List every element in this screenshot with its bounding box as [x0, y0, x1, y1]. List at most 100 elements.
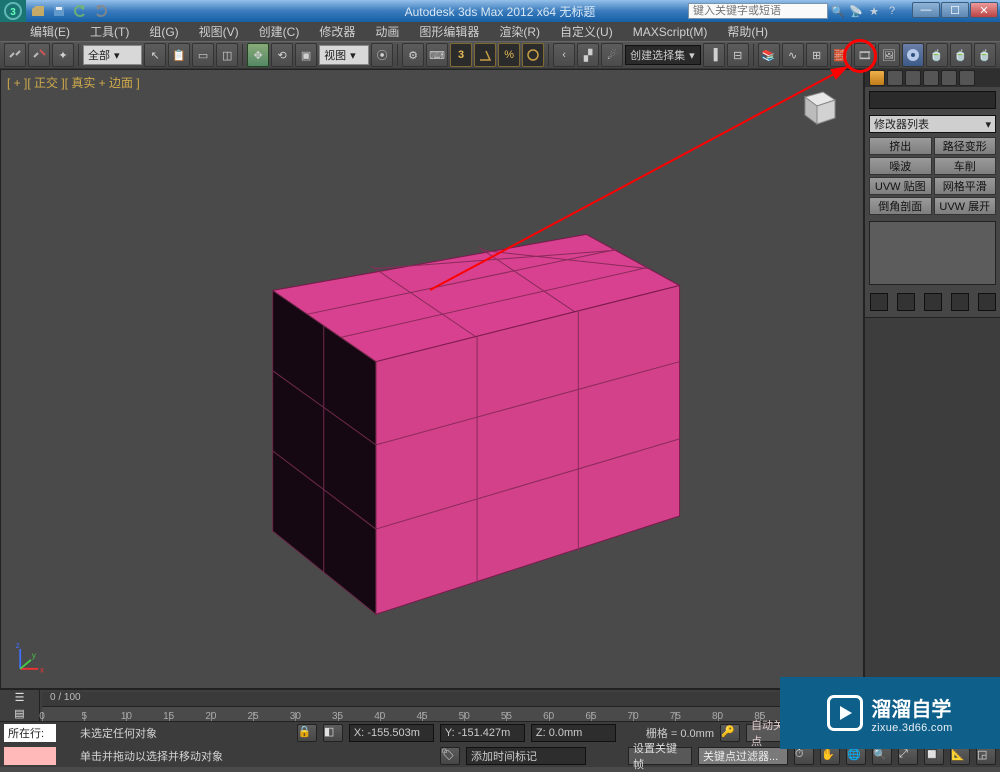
named-sel-prev-button[interactable]: ‹ — [553, 43, 575, 67]
search-icon[interactable]: 🔍 — [830, 3, 846, 19]
viewport[interactable]: [ + ][ 正交 ][ 真实 + 边面 ] — [0, 69, 864, 689]
app-menu-button[interactable]: 3 — [0, 0, 26, 22]
manipulate-button[interactable]: ⚙ — [402, 43, 424, 67]
coord-y-field[interactable]: Y: -151.427m — [440, 724, 525, 742]
tab-modify[interactable] — [887, 70, 903, 86]
undo-icon[interactable] — [72, 3, 88, 19]
menu-maxscript[interactable]: MAXScript(M) — [627, 25, 714, 39]
unlink-button[interactable] — [28, 43, 50, 67]
menu-help[interactable]: 帮助(H) — [721, 23, 774, 40]
infocenter-icon[interactable]: 📡 — [848, 3, 864, 19]
set-key-button[interactable]: 设置关键帧 — [628, 747, 692, 765]
mod-btn-lathe[interactable]: 车削 — [934, 157, 997, 175]
viewcube-icon[interactable] — [793, 82, 843, 132]
render-button[interactable] — [902, 43, 924, 67]
make-unique-button[interactable] — [924, 293, 942, 311]
spinner-snap-button[interactable] — [522, 43, 544, 67]
schematic-view-button[interactable]: ⊞ — [806, 43, 828, 67]
maximize-button[interactable]: ☐ — [941, 2, 969, 18]
select-region-button[interactable]: ▭ — [192, 43, 214, 67]
mod-btn-noise[interactable]: 噪波 — [869, 157, 932, 175]
menu-modifiers[interactable]: 修改器 — [313, 23, 361, 40]
selection-filter-dropdown[interactable]: 全部▾ — [83, 45, 142, 65]
coord-z-field[interactable]: Z: 0.0mm — [531, 724, 616, 742]
maxscript-listener-button[interactable]: ▤ — [0, 706, 39, 722]
layer-manager-button[interactable]: 📚 — [758, 43, 780, 67]
mod-btn-meshsmooth[interactable]: 网格平滑 — [934, 177, 997, 195]
favorite-icon[interactable]: ★ — [866, 3, 882, 19]
configure-sets-button[interactable] — [978, 293, 996, 311]
menu-group[interactable]: 组(G) — [143, 23, 184, 40]
nav-max-button[interactable]: ◲ — [976, 747, 996, 765]
mod-btn-uvwunwrap[interactable]: UVW 展开 — [934, 197, 997, 215]
material-editor-button[interactable]: 🧱 — [830, 43, 852, 67]
tab-display[interactable] — [941, 70, 957, 86]
minimize-button[interactable]: — — [912, 2, 940, 18]
mirror2-button[interactable]: ▐ — [703, 43, 725, 67]
render-setup-button[interactable]: 🎞 — [854, 43, 876, 67]
remove-mod-button[interactable] — [951, 293, 969, 311]
render-frame-button[interactable]: 🖼 — [878, 43, 900, 67]
mod-btn-pathdeform[interactable]: 路径变形 — [934, 137, 997, 155]
menu-create[interactable]: 创建(C) — [253, 23, 306, 40]
keyboard-shortcut-button[interactable]: ⌨ — [426, 43, 448, 67]
modifier-list-dropdown[interactable]: 修改器列表▾ — [869, 115, 996, 133]
move-button[interactable]: ✥ — [247, 43, 269, 67]
mini-listener-button[interactable]: ☰ — [0, 690, 39, 706]
align-button[interactable]: ☄ — [601, 43, 623, 67]
mod-btn-extrude[interactable]: 挤出 — [869, 137, 932, 155]
scale-button[interactable]: ▣ — [295, 43, 317, 67]
tab-utilities[interactable] — [959, 70, 975, 86]
menu-tools[interactable]: 工具(T) — [84, 23, 135, 40]
menu-rendering[interactable]: 渲染(R) — [493, 23, 546, 40]
window-crossing-button[interactable]: ◫ — [216, 43, 238, 67]
help-search-input[interactable] — [688, 3, 828, 19]
time-tag-field[interactable]: 添加时间标记 — [466, 747, 586, 765]
menu-animation[interactable]: 动画 — [369, 23, 405, 40]
nav-fov-button[interactable]: 📐 — [950, 747, 970, 765]
select-object-button[interactable]: ↖ — [144, 43, 166, 67]
tab-create[interactable] — [869, 70, 885, 86]
help-icon[interactable]: ? — [884, 3, 900, 19]
ref-coord-dropdown[interactable]: 视图▾ — [319, 45, 369, 65]
link-button[interactable] — [4, 43, 26, 67]
lock-selection-button[interactable]: 🔒 — [297, 724, 317, 742]
open-icon[interactable] — [30, 3, 46, 19]
align2-button[interactable]: ⊟ — [727, 43, 749, 67]
mod-btn-bevelpro[interactable]: 倒角剖面 — [869, 197, 932, 215]
curve-editor-button[interactable]: ∿ — [782, 43, 804, 67]
coord-x-field[interactable]: X: -155.503m — [349, 724, 434, 742]
named-sel-set-dropdown[interactable]: 创建选择集▾ — [625, 45, 701, 65]
teapot-last-button[interactable]: 🍵 — [974, 43, 996, 67]
rollup-area[interactable] — [865, 317, 1000, 689]
time-config-button[interactable]: ⏱ — [794, 747, 814, 765]
listener-row-field[interactable]: 所在行: — [4, 724, 56, 742]
key-mode-button[interactable]: 🔑 — [720, 724, 740, 742]
close-button[interactable]: ✕ — [970, 2, 998, 18]
teapot-render-button[interactable]: 🍵 — [926, 43, 948, 67]
modifier-stack[interactable] — [869, 221, 996, 285]
bind-spacewarp-button[interactable]: ✦ — [52, 43, 74, 67]
nav-zoom-button[interactable]: 🔍 — [872, 747, 892, 765]
rotate-button[interactable]: ⟲ — [271, 43, 293, 67]
tab-hierarchy[interactable] — [905, 70, 921, 86]
listener-macro-field[interactable] — [4, 747, 56, 765]
pivot-button[interactable]: ⦿ — [371, 43, 393, 67]
teapot-preview-button[interactable]: 🍵 — [950, 43, 972, 67]
percent-snap-button[interactable]: % — [498, 43, 520, 67]
show-end-result-button[interactable] — [897, 293, 915, 311]
angle-snap-button[interactable] — [474, 43, 496, 67]
select-by-name-button[interactable]: 📋 — [168, 43, 190, 67]
mod-btn-uvwmap[interactable]: UVW 贴图 — [869, 177, 932, 195]
pin-stack-button[interactable] — [870, 293, 888, 311]
object-name-field[interactable] — [869, 91, 996, 109]
menu-edit[interactable]: 编辑(E) — [24, 23, 76, 40]
tab-motion[interactable] — [923, 70, 939, 86]
menu-customize[interactable]: 自定义(U) — [554, 23, 619, 40]
snap-toggle-button[interactable]: 3 — [450, 43, 472, 67]
nav-arc-button[interactable]: 🌐 — [846, 747, 866, 765]
time-tag-button[interactable]: 🏷 — [440, 747, 460, 765]
save-icon[interactable] — [51, 3, 67, 19]
nav-region-button[interactable]: 🔲 — [924, 747, 944, 765]
isolate-button[interactable]: ◧ — [323, 724, 343, 742]
